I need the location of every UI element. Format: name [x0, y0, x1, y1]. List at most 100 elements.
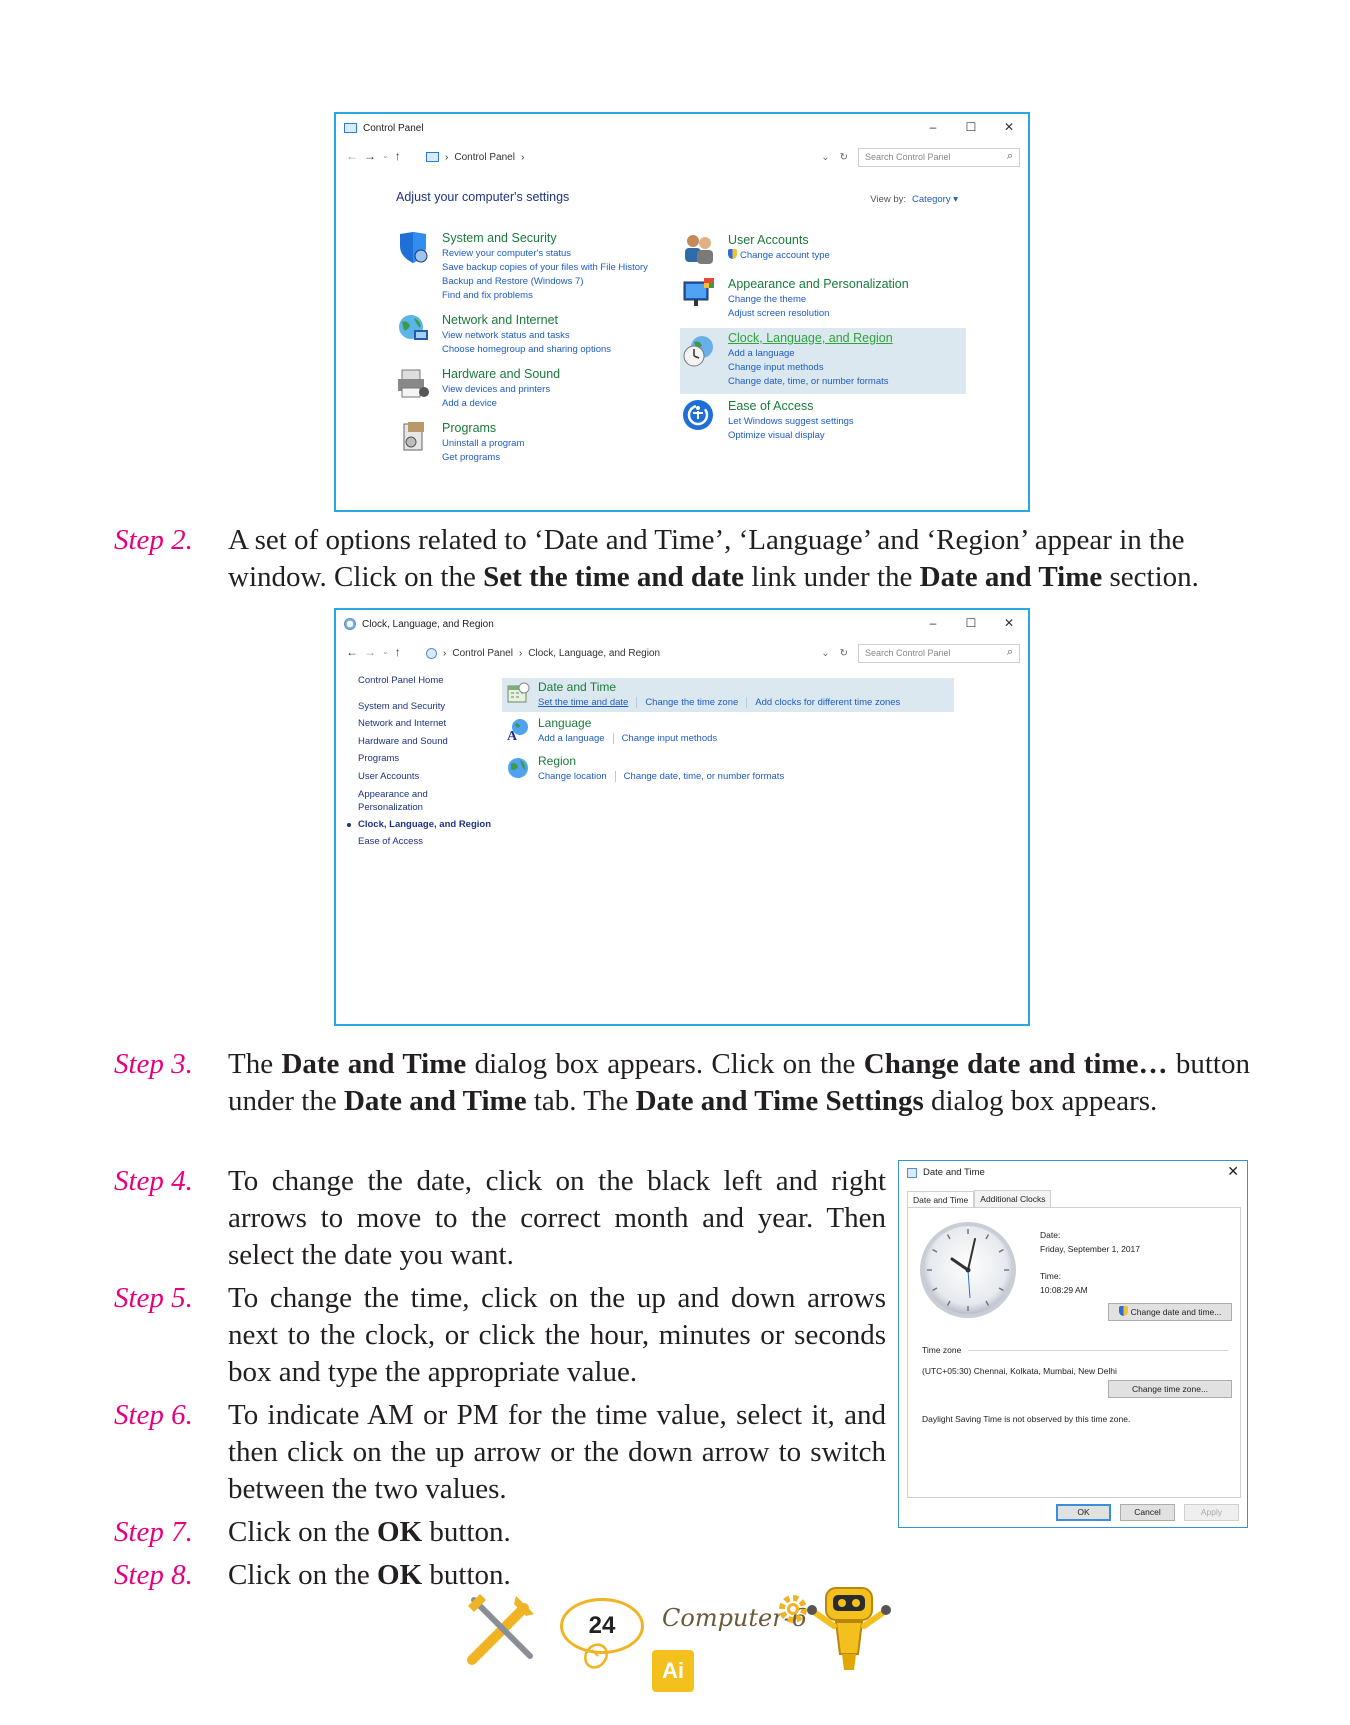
dialog-title-bar: Date and Time [907, 1167, 985, 1178]
category-title[interactable]: System and Security [442, 230, 648, 247]
recent-chevron-icon[interactable]: ⌄ [382, 645, 389, 659]
uac-shield-icon [728, 249, 737, 259]
category-link[interactable]: Change date, time, or number formats [728, 375, 893, 389]
category-title[interactable]: Appearance and Personalization [728, 276, 909, 293]
category-link[interactable]: Optimize visual display [728, 429, 854, 443]
category-link[interactable]: Find and fix problems [442, 289, 648, 303]
sidebar-item-user-accounts[interactable]: User Accounts [358, 768, 491, 786]
add-clocks-link[interactable]: Add clocks for different time zones [746, 697, 901, 708]
address-bar: ← → ⌄ ↑ › Control Panel › Clock, Languag… [336, 640, 1028, 666]
time-zone-value: (UTC+05:30) Chennai, Kolkata, Mumbai, Ne… [922, 1366, 1117, 1376]
breadcrumb-item[interactable]: Control Panel [454, 152, 515, 163]
close-button[interactable]: ✕ [990, 114, 1028, 142]
category-link[interactable]: Backup and Restore (Windows 7) [442, 275, 648, 289]
breadcrumb-item[interactable]: Clock, Language, and Region [528, 648, 660, 659]
refresh-icon[interactable]: ↻ [840, 648, 848, 659]
globe-network-icon [399, 315, 428, 340]
change-time-zone-button[interactable]: Change time zone... [1108, 1380, 1232, 1398]
category-programs: Programs Uninstall a program Get program… [396, 420, 666, 466]
step-label: Step 6. [114, 1399, 193, 1431]
step-label: Step 8. [114, 1559, 193, 1591]
group-title[interactable]: Region [538, 754, 576, 768]
category-title[interactable]: Clock, Language, and Region [728, 330, 893, 347]
sidebar-item-system-security[interactable]: System and Security [358, 698, 491, 716]
date-label: Date: [1040, 1230, 1061, 1240]
maximize-button[interactable]: ☐ [952, 114, 990, 142]
category-link[interactable]: Add a device [442, 397, 560, 411]
group-title[interactable]: Date and Time [538, 680, 616, 694]
forward-arrow-icon[interactable]: → [364, 645, 376, 659]
gear-icon [779, 1595, 807, 1623]
sidebar-item-appearance[interactable]: Appearance and Personalization [358, 788, 438, 814]
up-arrow-icon[interactable]: ↑ [395, 645, 401, 659]
apply-button[interactable]: Apply [1184, 1504, 1239, 1521]
maximize-button[interactable]: ☐ [952, 610, 990, 638]
category-link[interactable]: Change the theme [728, 293, 909, 307]
category-title[interactable]: Programs [442, 420, 524, 437]
category-link[interactable]: Uninstall a program [442, 437, 524, 451]
ok-button[interactable]: OK [1056, 1504, 1111, 1521]
svg-text:A: A [507, 729, 518, 742]
add-language-link[interactable]: Add a language [538, 733, 605, 744]
clock-icon [344, 618, 356, 630]
change-formats-link[interactable]: Change date, time, or number formats [614, 771, 785, 782]
refresh-icon[interactable]: ↻ [840, 152, 848, 163]
category-link[interactable]: Choose homegroup and sharing options [442, 343, 611, 357]
address-dropdown-icon[interactable]: ⌄ [821, 152, 829, 163]
change-location-link[interactable]: Change location [538, 771, 607, 782]
category-link[interactable]: Change input methods [728, 361, 893, 375]
set-time-date-link[interactable]: Set the time and date [538, 697, 628, 708]
change-input-methods-link[interactable]: Change input methods [612, 733, 718, 744]
forward-arrow-icon[interactable]: → [364, 149, 376, 163]
page-heading: Adjust your computer's settings [396, 190, 570, 204]
minimize-button[interactable]: – [914, 610, 952, 638]
search-input[interactable]: Search Control Panel ⌕ [858, 643, 1020, 663]
category-link[interactable]: Change account type [740, 250, 830, 261]
breadcrumb-item[interactable]: Control Panel [452, 648, 513, 659]
control-panel-icon [426, 152, 439, 162]
group-title[interactable]: Language [538, 716, 591, 730]
category-title[interactable]: Ease of Access [728, 398, 854, 415]
search-input[interactable]: Search Control Panel ⌕ [858, 147, 1020, 167]
category-link[interactable]: Save backup copies of your files with Fi… [442, 261, 648, 275]
cancel-button[interactable]: Cancel [1120, 1504, 1175, 1521]
tab-additional-clocks[interactable]: Additional Clocks [974, 1190, 1052, 1207]
minimize-button[interactable]: – [914, 114, 952, 142]
category-link[interactable]: Review your computer's status [442, 247, 648, 261]
window-title: Control Panel [363, 122, 424, 134]
category-title[interactable]: Network and Internet [442, 312, 611, 329]
change-date-time-button[interactable]: Change date and time... [1108, 1303, 1232, 1321]
sidebar-item-network-internet[interactable]: Network and Internet [358, 715, 491, 733]
recent-chevron-icon[interactable]: ⌄ [382, 149, 389, 163]
category-link[interactable]: View network status and tasks [442, 329, 611, 343]
category-link[interactable]: Add a language [728, 347, 893, 361]
breadcrumb[interactable]: › Control Panel › [426, 147, 524, 167]
category-link[interactable]: Let Windows suggest settings [728, 415, 854, 429]
view-by-dropdown[interactable]: Category ▾ [912, 194, 958, 205]
back-arrow-icon[interactable]: ← [346, 149, 358, 163]
category-link[interactable]: Get programs [442, 451, 524, 465]
dst-note: Daylight Saving Time is not observed by … [922, 1414, 1131, 1424]
monitor-paint-icon [683, 278, 714, 306]
close-button[interactable]: ✕ [990, 610, 1028, 638]
up-arrow-icon[interactable]: ↑ [395, 149, 401, 163]
sidebar-item-clock-language-region[interactable]: Clock, Language, and Region [346, 816, 491, 834]
sidebar-item-home[interactable]: Control Panel Home [358, 672, 491, 690]
sidebar-item-ease-of-access[interactable]: Ease of Access [358, 833, 491, 851]
change-time-zone-link[interactable]: Change the time zone [636, 697, 739, 708]
category-link[interactable]: View devices and printers [442, 383, 560, 397]
category-clock-language-region[interactable]: Clock, Language, and Region Add a langua… [680, 328, 966, 394]
clock-language-region-window: Clock, Language, and Region – ☐ ✕ ← → ⌄ … [334, 608, 1030, 1026]
category-hardware-sound: Hardware and Sound View devices and prin… [396, 366, 666, 412]
tab-date-and-time[interactable]: Date and Time [907, 1191, 975, 1208]
mouse-icon [584, 1643, 608, 1669]
breadcrumb[interactable]: › Control Panel › Clock, Language, and R… [426, 643, 660, 663]
address-dropdown-icon[interactable]: ⌄ [821, 648, 829, 659]
category-link[interactable]: Adjust screen resolution [728, 307, 909, 321]
back-arrow-icon[interactable]: ← [346, 645, 358, 659]
sidebar-item-programs[interactable]: Programs [358, 750, 491, 768]
sidebar-item-hardware-sound[interactable]: Hardware and Sound [358, 733, 491, 751]
dialog-close-button[interactable]: ✕ [1227, 1163, 1239, 1180]
category-title[interactable]: Hardware and Sound [442, 366, 560, 383]
category-title[interactable]: User Accounts [728, 232, 830, 249]
